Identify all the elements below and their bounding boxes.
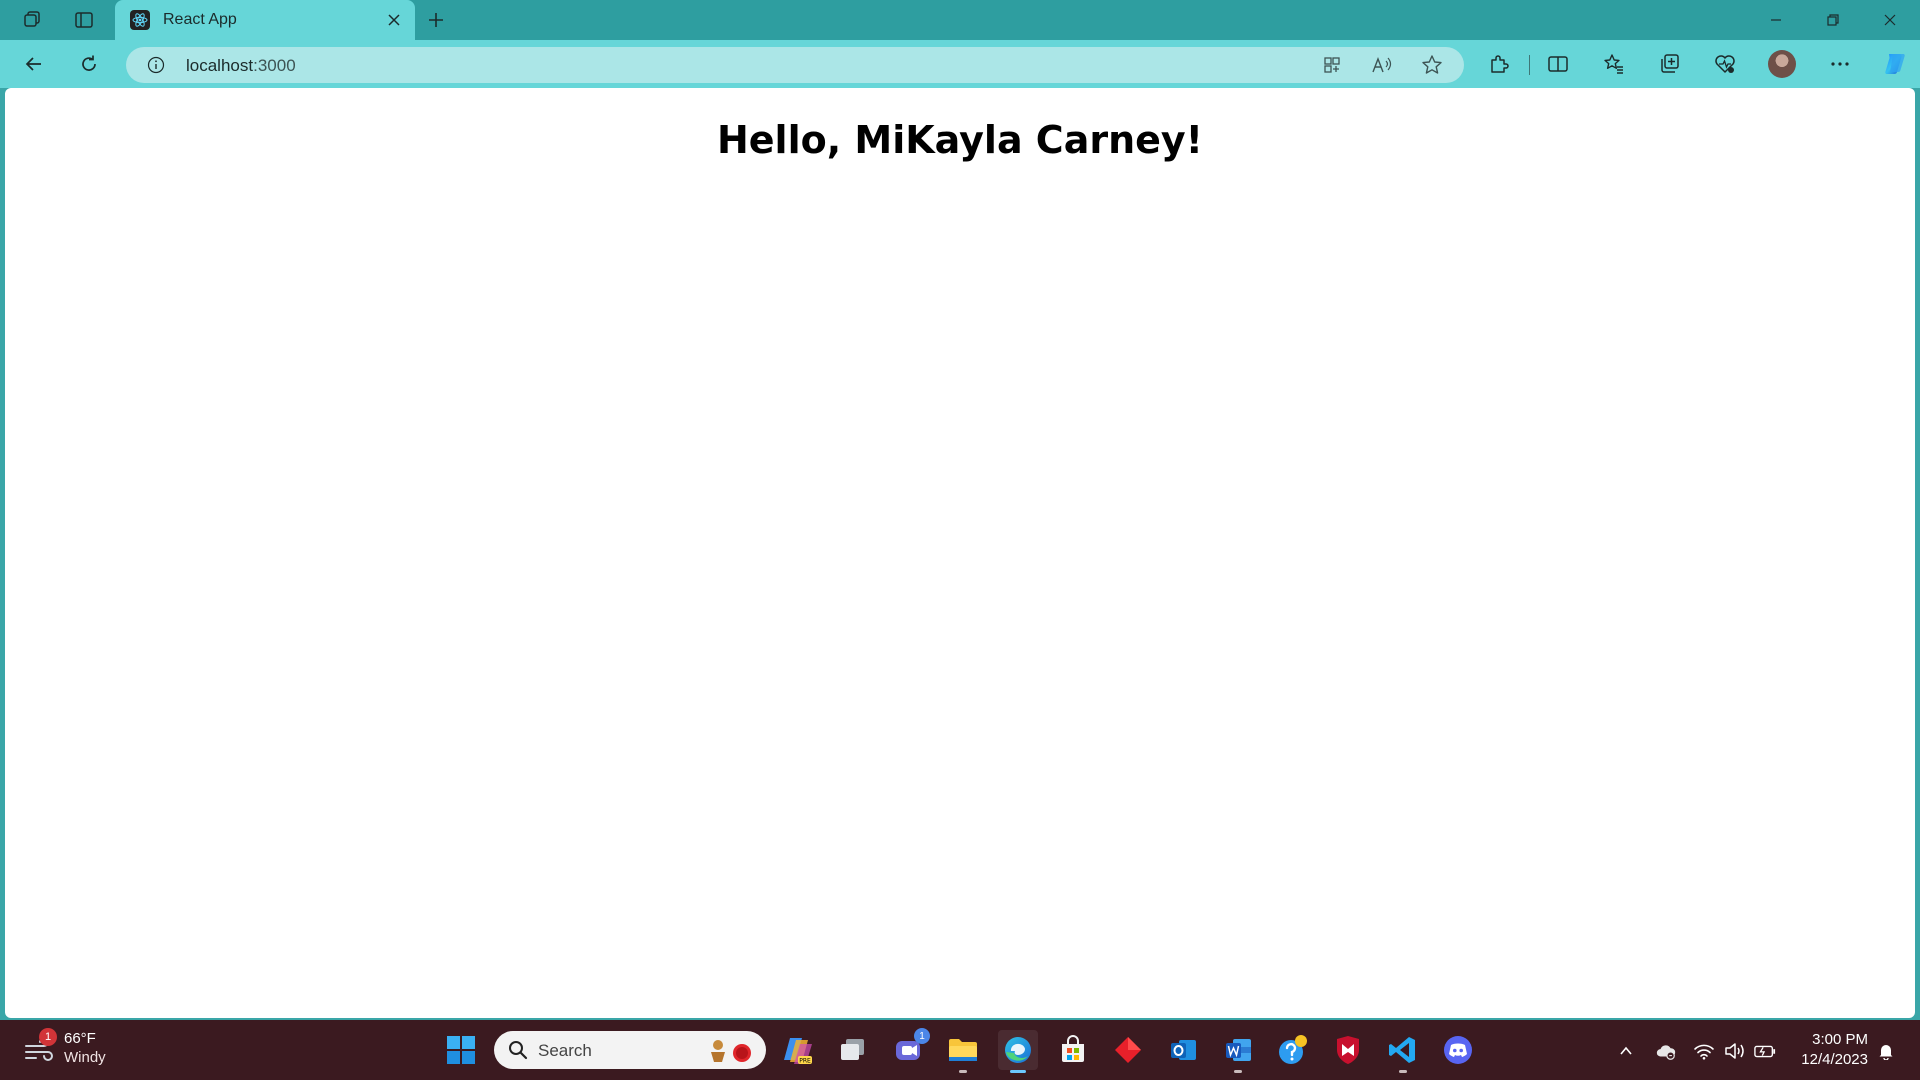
settings-more-icon[interactable]	[1822, 46, 1858, 82]
word-icon	[1226, 1039, 1251, 1061]
workspaces-icon[interactable]	[14, 4, 50, 36]
taskbar-search[interactable]: Search	[494, 1031, 766, 1069]
windows-logo-icon	[447, 1036, 475, 1064]
search-icon	[508, 1040, 528, 1065]
windows-taskbar: 1 66°F Windy Search PRE 1 3:00 PM 12/4/2…	[0, 1020, 1920, 1080]
minimize-button[interactable]	[1748, 0, 1804, 40]
wifi-icon[interactable]	[1693, 1040, 1715, 1062]
microsoft-store-app[interactable]	[1053, 1030, 1093, 1070]
clock-time: 3:00 PM	[1812, 1031, 1868, 1048]
mcafee-shield-icon	[1337, 1036, 1359, 1064]
word-app[interactable]	[1218, 1030, 1258, 1073]
diamond-app-icon	[1115, 1037, 1141, 1063]
notification-bell-icon[interactable]	[1875, 1040, 1897, 1062]
start-button[interactable]	[441, 1030, 481, 1070]
site-info-icon[interactable]	[146, 55, 166, 75]
back-button[interactable]	[16, 46, 52, 82]
volume-icon[interactable]	[1724, 1040, 1746, 1062]
address-url: localhost:3000	[186, 56, 296, 76]
react-icon	[129, 9, 151, 31]
favorite-star-icon[interactable]	[1417, 51, 1447, 79]
split-screen-icon[interactable]	[1540, 46, 1576, 82]
vscode-icon	[1389, 1037, 1415, 1063]
copilot-pre-icon: PRE	[784, 1038, 812, 1065]
outlook-icon	[1171, 1040, 1196, 1060]
weather-temp: 66°F	[64, 1030, 96, 1047]
help-icon	[1279, 1035, 1307, 1064]
copilot-icon[interactable]	[1877, 46, 1913, 82]
svg-text:PRE: PRE	[799, 1058, 811, 1065]
store-icon	[1062, 1035, 1084, 1062]
edge-icon	[1005, 1037, 1031, 1063]
extensions-icon[interactable]	[1481, 46, 1517, 82]
folder-icon	[949, 1039, 977, 1061]
browser-title-bar: React App	[0, 0, 1920, 40]
address-host: localhost	[186, 56, 254, 75]
discord-app[interactable]	[1438, 1030, 1478, 1070]
running-indicator	[1399, 1070, 1407, 1073]
restore-button[interactable]	[1805, 0, 1861, 40]
mcafee-app[interactable]	[1328, 1030, 1368, 1070]
taskbar-clock[interactable]: 3:00 PM 12/4/2023	[1801, 1030, 1868, 1070]
favorites-icon[interactable]	[1596, 46, 1632, 82]
chevron-up-icon[interactable]	[1615, 1040, 1637, 1062]
running-indicator	[959, 1070, 967, 1073]
close-tab-icon[interactable]	[379, 5, 409, 35]
teams-badge: 1	[914, 1028, 930, 1044]
weather-widget[interactable]: 1 66°F Windy	[20, 1028, 130, 1072]
collections-icon[interactable]	[1652, 46, 1688, 82]
weather-alert-badge: 1	[39, 1028, 57, 1046]
active-indicator	[1010, 1070, 1026, 1073]
browser-essentials-icon[interactable]	[1707, 46, 1743, 82]
onedrive-icon[interactable]	[1655, 1040, 1677, 1062]
vscode-app[interactable]	[1383, 1030, 1423, 1073]
refresh-button[interactable]	[71, 46, 107, 82]
tab-react-app[interactable]: React App	[115, 0, 415, 40]
task-view-icon	[841, 1039, 864, 1060]
clock-date: 12/4/2023	[1801, 1051, 1868, 1068]
task-view-app[interactable]	[833, 1030, 873, 1070]
teams-app[interactable]: 1	[888, 1028, 930, 1070]
discord-icon	[1444, 1036, 1472, 1064]
close-window-button[interactable]	[1862, 0, 1918, 40]
tab-actions-icon[interactable]	[66, 4, 102, 36]
toolbar-divider	[1529, 55, 1530, 75]
page-viewport: Hello, MiKayla Carney!	[5, 88, 1915, 1018]
running-indicator	[1234, 1070, 1242, 1073]
address-bar[interactable]: localhost:3000	[126, 47, 1464, 83]
app-available-icon[interactable]	[1317, 51, 1347, 79]
address-port: :3000	[253, 56, 296, 75]
search-placeholder: Search	[538, 1041, 592, 1060]
copilot-preview-app[interactable]: PRE	[778, 1030, 818, 1070]
new-tab-button[interactable]	[420, 4, 452, 36]
red-diamond-app[interactable]	[1108, 1030, 1148, 1070]
profile-avatar[interactable]	[1768, 50, 1796, 78]
get-help-app[interactable]	[1273, 1030, 1313, 1070]
file-explorer-app[interactable]	[943, 1030, 983, 1073]
browser-toolbar: localhost:3000	[0, 40, 1920, 88]
search-highlight-icon	[711, 1040, 751, 1062]
page-heading: Hello, MiKayla Carney!	[716, 118, 1204, 162]
read-aloud-icon[interactable]	[1367, 51, 1397, 79]
tab-title: React App	[163, 11, 237, 28]
edge-app[interactable]	[998, 1030, 1038, 1073]
weather-desc: Windy	[64, 1049, 106, 1066]
battery-icon[interactable]	[1754, 1040, 1776, 1062]
outlook-app[interactable]	[1163, 1030, 1203, 1070]
